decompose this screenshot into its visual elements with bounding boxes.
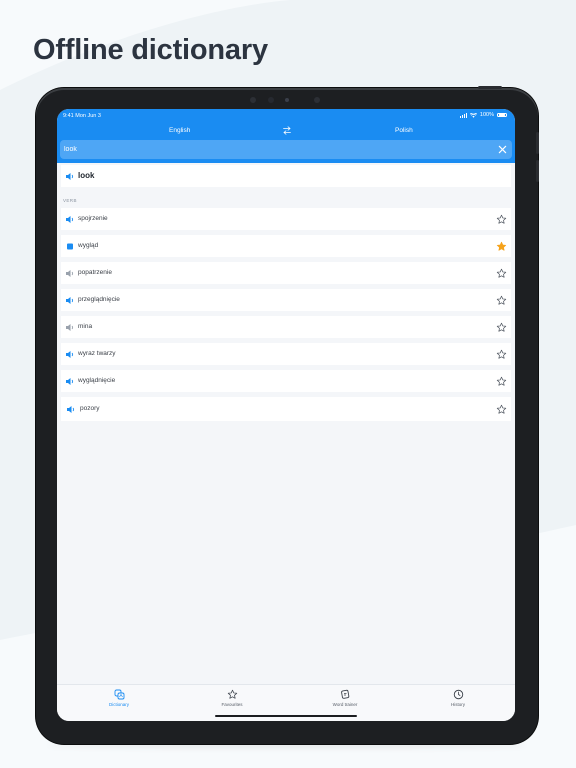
translation-word: wyraz twarzy xyxy=(78,350,116,357)
speaker-muted-icon[interactable] xyxy=(65,269,75,278)
translation-row[interactable]: przeglądnięcie xyxy=(61,289,511,311)
battery-percent: 100% xyxy=(479,112,494,118)
translation-word: przeglądnięcie xyxy=(78,296,120,303)
page-headline: Offline dictionary xyxy=(33,34,268,66)
star-outline-icon[interactable] xyxy=(496,268,507,279)
speaker-muted-icon[interactable] xyxy=(65,323,75,332)
translation-row[interactable]: popatrzenie xyxy=(61,262,511,284)
tab-dictionary[interactable]: Dictionary xyxy=(79,689,159,707)
tab-label: Word trainer xyxy=(332,702,358,707)
tab-word-trainer[interactable]: Word trainer xyxy=(305,689,385,707)
translation-row[interactable]: wyglądnięcie xyxy=(61,370,511,392)
translation-word: mina xyxy=(78,323,93,330)
speaker-icon[interactable] xyxy=(65,350,75,359)
translation-row[interactable]: wygląd xyxy=(61,235,511,257)
speaker-icon[interactable] xyxy=(65,172,75,181)
status-time: 9:41 Mon Jun 3 xyxy=(63,113,101,119)
word-trainer-icon xyxy=(340,689,349,699)
status-bar: 9:41 Mon Jun 3 100% xyxy=(57,109,515,123)
app-screen: 9:41 Mon Jun 3 100% English Polish look … xyxy=(57,109,515,721)
home-indicator xyxy=(215,715,357,717)
wifi-icon xyxy=(469,112,477,118)
camera-housing xyxy=(250,96,324,104)
dictionary-icon xyxy=(114,689,124,700)
side-button xyxy=(536,160,539,182)
battery-icon xyxy=(497,112,507,118)
tab-label: Favourites xyxy=(221,702,243,707)
source-language-button[interactable]: English xyxy=(169,127,369,134)
speaker-icon[interactable] xyxy=(65,296,75,305)
star-outline-icon[interactable] xyxy=(496,322,507,333)
translation-row[interactable]: spojrzenie xyxy=(61,208,511,230)
search-input[interactable] xyxy=(64,143,484,156)
translation-row[interactable]: pozory xyxy=(61,397,511,421)
star-filled-icon[interactable] xyxy=(496,241,507,252)
tab-label: Dictionary xyxy=(108,702,129,707)
translation-word: pozory xyxy=(80,405,100,412)
signal-icon xyxy=(459,113,467,118)
top-button xyxy=(478,86,502,89)
translation-row[interactable]: wyraz twarzy xyxy=(61,343,511,365)
speaker-icon[interactable] xyxy=(65,377,75,386)
language-selector: English Polish xyxy=(57,125,515,139)
tab-favourites[interactable]: Favourites xyxy=(192,689,272,707)
clock-icon xyxy=(453,689,463,700)
headword-text: look xyxy=(78,171,95,180)
swap-arrows-icon[interactable] xyxy=(282,126,292,135)
app-header: 9:41 Mon Jun 3 100% English Polish xyxy=(57,109,515,163)
tab-history[interactable]: History xyxy=(418,689,498,707)
translation-word: popatrzenie xyxy=(78,269,112,276)
target-language-button[interactable]: Polish xyxy=(395,127,413,134)
tab-label: History xyxy=(450,702,465,707)
speaker-icon[interactable] xyxy=(65,215,75,224)
translation-word: spojrzenie xyxy=(78,215,108,222)
star-outline-icon[interactable] xyxy=(496,214,507,225)
speaker-icon[interactable] xyxy=(66,405,76,414)
star-outline-icon[interactable] xyxy=(496,404,507,415)
close-icon[interactable] xyxy=(498,145,507,154)
headword-row[interactable]: look xyxy=(61,165,511,187)
translation-word: wyglądnięcie xyxy=(78,377,116,384)
star-outline-icon[interactable] xyxy=(496,349,507,360)
side-button xyxy=(536,132,539,154)
translation-row[interactable]: mina xyxy=(61,316,511,338)
star-outline-icon[interactable] xyxy=(496,295,507,306)
star-icon xyxy=(227,689,237,699)
part-of-speech-label: VERB xyxy=(63,198,77,203)
stop-icon[interactable] xyxy=(65,242,75,251)
search-bar xyxy=(60,140,512,159)
translation-word: wygląd xyxy=(78,242,99,249)
star-outline-icon[interactable] xyxy=(496,376,507,387)
